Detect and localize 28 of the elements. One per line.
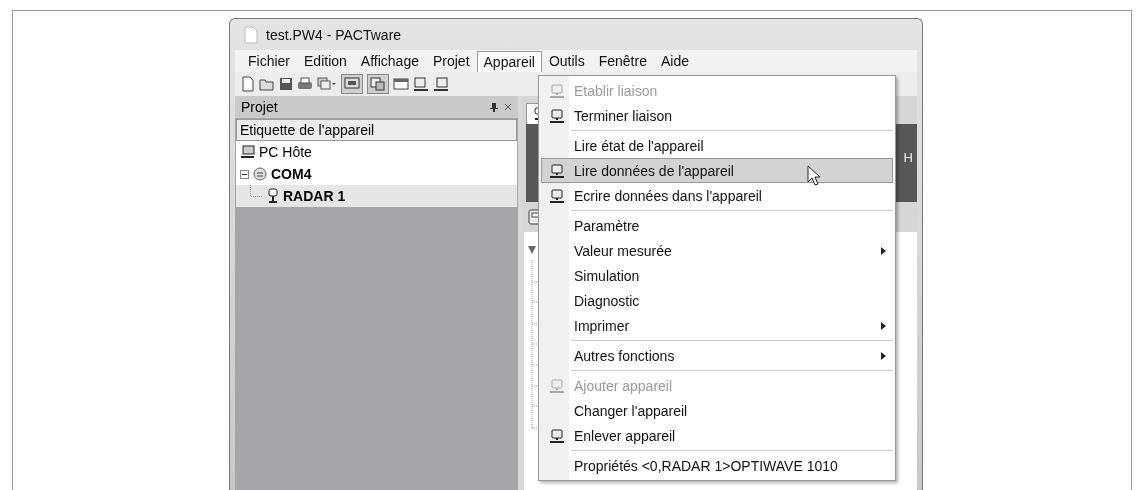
menu-item[interactable]: Diagnostic	[541, 288, 893, 313]
window-title: test.PW4 - PACTware	[266, 26, 402, 43]
menu-item[interactable]: Lire données de l'appareil	[541, 158, 893, 183]
menu-item[interactable]: Valeur mesurée	[541, 238, 893, 263]
menu-item[interactable]: Lire état de l'appareil	[541, 133, 893, 158]
menu-item[interactable]: Fenêtre	[591, 50, 654, 72]
menu-item[interactable]: Affichage	[353, 50, 426, 72]
menu-item[interactable]: Ecrire données dans l'appareil	[541, 183, 893, 208]
menu-item[interactable]: Changer l'appareil	[541, 398, 893, 423]
menu-item[interactable]: Imprimer	[541, 313, 893, 338]
menu-item[interactable]: Terminer liaison	[541, 103, 893, 128]
menu-item[interactable]: Outils	[541, 50, 592, 72]
menu-item[interactable]: Propriétés <0,RADAR 1>OPTIWAVE 1010	[541, 453, 893, 478]
column-header[interactable]: Etiquette de l'appareil	[236, 119, 517, 141]
menu-item[interactable]: Paramètre	[541, 213, 893, 238]
menu-item[interactable]: Enlever appareil	[541, 423, 893, 448]
tree-item[interactable]: PC Hôte	[236, 141, 517, 163]
menu-item[interactable]: Edition	[297, 50, 354, 72]
menu-item[interactable]: Autres fonctions	[541, 343, 893, 368]
tree-item[interactable]: COM4	[236, 163, 517, 185]
menu-item[interactable]: Simulation	[541, 263, 893, 288]
menu-item[interactable]: Projet	[425, 50, 477, 72]
menu-item[interactable]: Appareil	[476, 50, 542, 72]
panel-title: Projet	[241, 99, 279, 115]
banner-text: H	[903, 150, 913, 165]
menu-item[interactable]: Aide	[653, 50, 696, 72]
menu-item[interactable]: Fichier	[241, 50, 297, 72]
tree-item[interactable]: RADAR 1	[236, 185, 517, 207]
